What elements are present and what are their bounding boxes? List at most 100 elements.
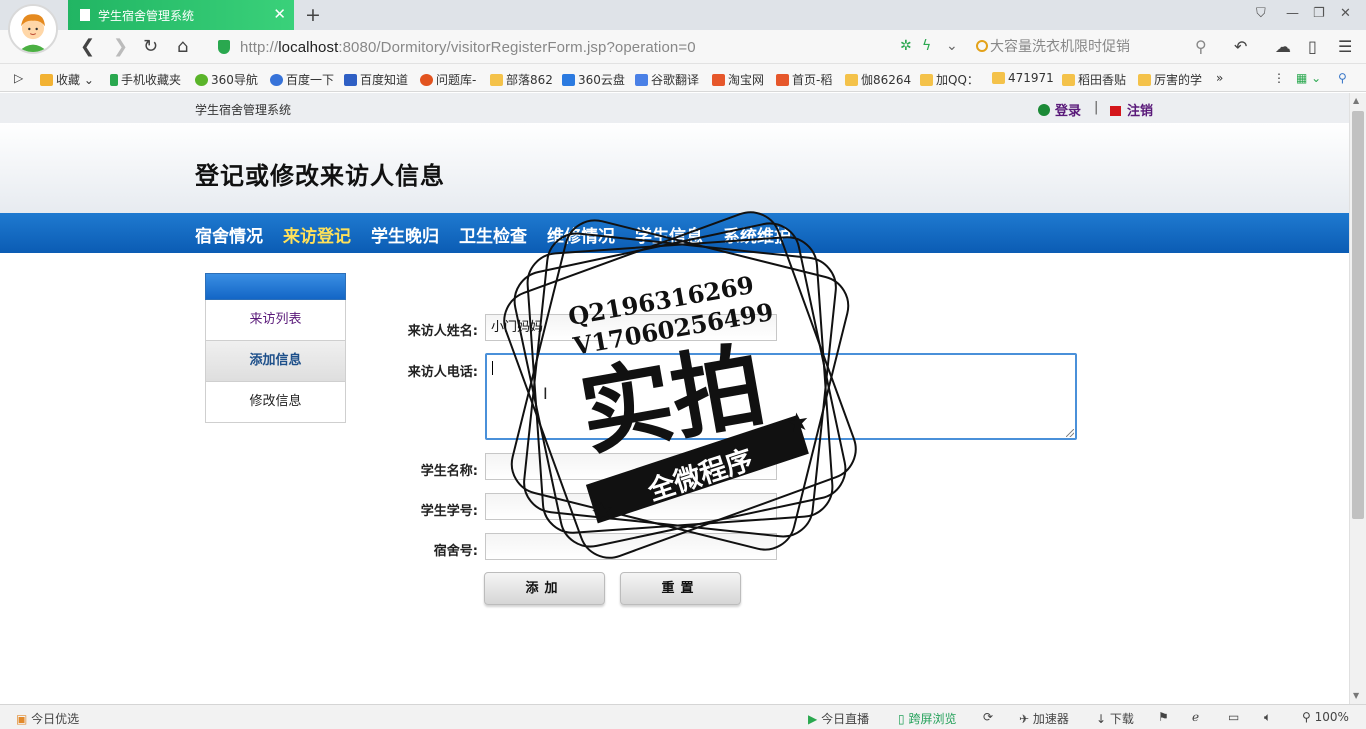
refresh-status-icon[interactable]: ⟳: [983, 710, 993, 724]
sidebar-toggle-icon[interactable]: ▯: [1308, 37, 1317, 56]
close-window-button[interactable]: ✕: [1340, 6, 1351, 21]
search-icon[interactable]: ⚲: [1195, 37, 1207, 56]
logout-label: 注销: [1127, 104, 1154, 119]
phone-icon: [110, 74, 118, 86]
bookmark-item[interactable]: 厉害的学: [1138, 71, 1202, 88]
scrollbar-thumb[interactable]: [1352, 111, 1364, 519]
login-icon: [1038, 104, 1050, 116]
logout-icon: [1110, 106, 1121, 116]
back-icon[interactable]: ❮: [80, 36, 95, 57]
baidu-zhidao-icon: [344, 74, 357, 86]
rocket-icon: ✈: [1019, 712, 1030, 726]
bookmark-item[interactable]: 伽86264: [845, 71, 911, 88]
nav-student-info[interactable]: 学生信息: [635, 222, 703, 247]
nav-dorm-status[interactable]: 宿舍情况: [195, 222, 263, 247]
bookmark-item[interactable]: 收藏 ⌄: [40, 71, 94, 88]
bookmark-item[interactable]: 稻田香贴: [1062, 71, 1126, 88]
nav-visitor-register[interactable]: 来访登记: [283, 222, 351, 247]
scroll-up-icon[interactable]: ▲: [1353, 96, 1359, 105]
undo-icon[interactable]: ↶: [1234, 37, 1247, 56]
today-live[interactable]: ▶ 今日直播: [808, 710, 869, 727]
minimize-button[interactable]: —: [1286, 6, 1299, 21]
student-name-input[interactable]: [485, 453, 777, 480]
bookmark-item[interactable]: 百度知道: [344, 71, 408, 88]
more-bookmarks-icon[interactable]: »: [1216, 71, 1223, 85]
bookmark-label: 百度一下: [286, 73, 335, 87]
browser-tab-active[interactable]: 学生宿舍管理系统 ✕: [68, 0, 294, 30]
bookmark-item[interactable]: 471971: [992, 71, 1054, 85]
bookmark-item[interactable]: 360导航: [195, 71, 258, 88]
skin-icon[interactable]: ⛉: [1256, 6, 1266, 21]
nav-hygiene-check[interactable]: 卫生检查: [459, 222, 527, 247]
security-shield-icon[interactable]: [218, 40, 230, 54]
bookmark-item[interactable]: 淘宝网: [712, 71, 764, 88]
today-picks[interactable]: ▣ 今日优选: [16, 710, 79, 727]
bookmark-collapse-icon[interactable]: ▷: [14, 71, 23, 85]
page-scrollbar[interactable]: ▲ ▼: [1349, 93, 1366, 704]
text-cursor-icon: I: [543, 384, 548, 403]
more-vertical-icon[interactable]: ⋮: [1273, 71, 1285, 85]
reset-button[interactable]: 重置: [620, 572, 741, 605]
sidebar-item-modify-info[interactable]: 修改信息: [205, 382, 346, 423]
site-name: 学生宿舍管理系统: [195, 103, 292, 117]
scroll-down-icon[interactable]: ▼: [1353, 691, 1359, 700]
accelerator[interactable]: ✈ 加速器: [1019, 710, 1069, 727]
bookmark-item[interactable]: 部落862: [490, 71, 553, 88]
bookmark-item[interactable]: 首页-稻: [776, 71, 832, 88]
reload-icon[interactable]: ↻: [143, 36, 158, 57]
flag-icon[interactable]: ⚑: [1158, 710, 1169, 724]
zoom-label: 100%: [1314, 710, 1349, 724]
zoom-search-icon[interactable]: ⚲: [1338, 71, 1347, 85]
speed-icon[interactable]: ✲: [900, 38, 912, 54]
dorm-no-label: 宿舍号:: [433, 544, 478, 559]
search-input[interactable]: 大容量洗衣机限时促销: [972, 36, 1218, 58]
menu-icon[interactable]: ☰: [1338, 37, 1352, 56]
student-id-input[interactable]: [485, 493, 777, 520]
logout-link[interactable]: 注销: [1110, 100, 1153, 119]
dorm-no-input[interactable]: [485, 533, 777, 560]
zoom-level[interactable]: ⚲ 100%: [1302, 710, 1349, 724]
bookmark-label: 首页-稻: [792, 73, 833, 87]
window-icon[interactable]: ▭: [1228, 710, 1239, 724]
url-prefix: http://: [240, 39, 279, 56]
restore-button[interactable]: ❐: [1313, 6, 1325, 21]
visitor-name-input[interactable]: 小门妈妈: [485, 314, 777, 341]
bookmark-item[interactable]: 问题库-: [420, 71, 476, 88]
nav-late-return[interactable]: 学生晚归: [371, 222, 439, 247]
bookmark-item[interactable]: 手机收藏夹: [110, 71, 181, 88]
forward-icon[interactable]: ❯: [113, 36, 128, 57]
bookmark-item[interactable]: 360云盘: [562, 71, 625, 88]
login-link[interactable]: 登录: [1038, 100, 1081, 119]
close-tab-icon[interactable]: ✕: [273, 7, 286, 22]
visitor-name-label: 来访人姓名:: [407, 324, 478, 339]
add-button[interactable]: 添加: [484, 572, 605, 605]
url-input[interactable]: http://localhost:8080/Dormitory/visitorR…: [240, 39, 696, 56]
baidu-icon: [270, 74, 283, 86]
bookmark-label: 伽86264: [861, 73, 912, 87]
cloud-icon[interactable]: ☁: [1275, 37, 1291, 56]
nav-system-maintenance[interactable]: 系统维护: [723, 222, 791, 247]
user-avatar[interactable]: [8, 4, 58, 54]
home-icon[interactable]: ⌂: [177, 36, 188, 57]
apps-grid-icon[interactable]: ▦ ⌄: [1296, 71, 1321, 85]
bookmark-item[interactable]: 加QQ：: [920, 71, 979, 88]
lightning-icon[interactable]: ϟ: [922, 38, 931, 54]
resize-grip-icon[interactable]: [1066, 429, 1074, 437]
bookmark-item[interactable]: 谷歌翻译: [635, 71, 699, 88]
text-caret: [492, 361, 493, 375]
sidebar-item-add-info[interactable]: 添加信息: [205, 341, 346, 382]
cross-screen[interactable]: ▯ 跨屏浏览: [898, 710, 956, 727]
sidebar-item-visitor-list[interactable]: 来访列表: [205, 300, 346, 341]
ie-icon[interactable]: ℯ: [1192, 710, 1199, 724]
chevron-down-icon[interactable]: ⌄: [946, 38, 958, 54]
visitor-phone-textarea[interactable]: [485, 353, 1077, 440]
new-tab-button[interactable]: +: [305, 4, 321, 26]
bookmark-label: 360导航: [211, 73, 258, 87]
bookmark-item[interactable]: 百度一下: [270, 71, 334, 88]
url-path: :8080/Dormitory/visitorRegisterForm.jsp?…: [338, 39, 696, 56]
nav-repair-status[interactable]: 维修情况: [547, 222, 615, 247]
download[interactable]: ↓ 下载: [1096, 710, 1134, 727]
cloud-drive-icon: [562, 74, 575, 86]
page-header: 登记或修改来访人信息: [0, 123, 1349, 213]
volume-icon[interactable]: 🔈︎: [1264, 710, 1271, 725]
